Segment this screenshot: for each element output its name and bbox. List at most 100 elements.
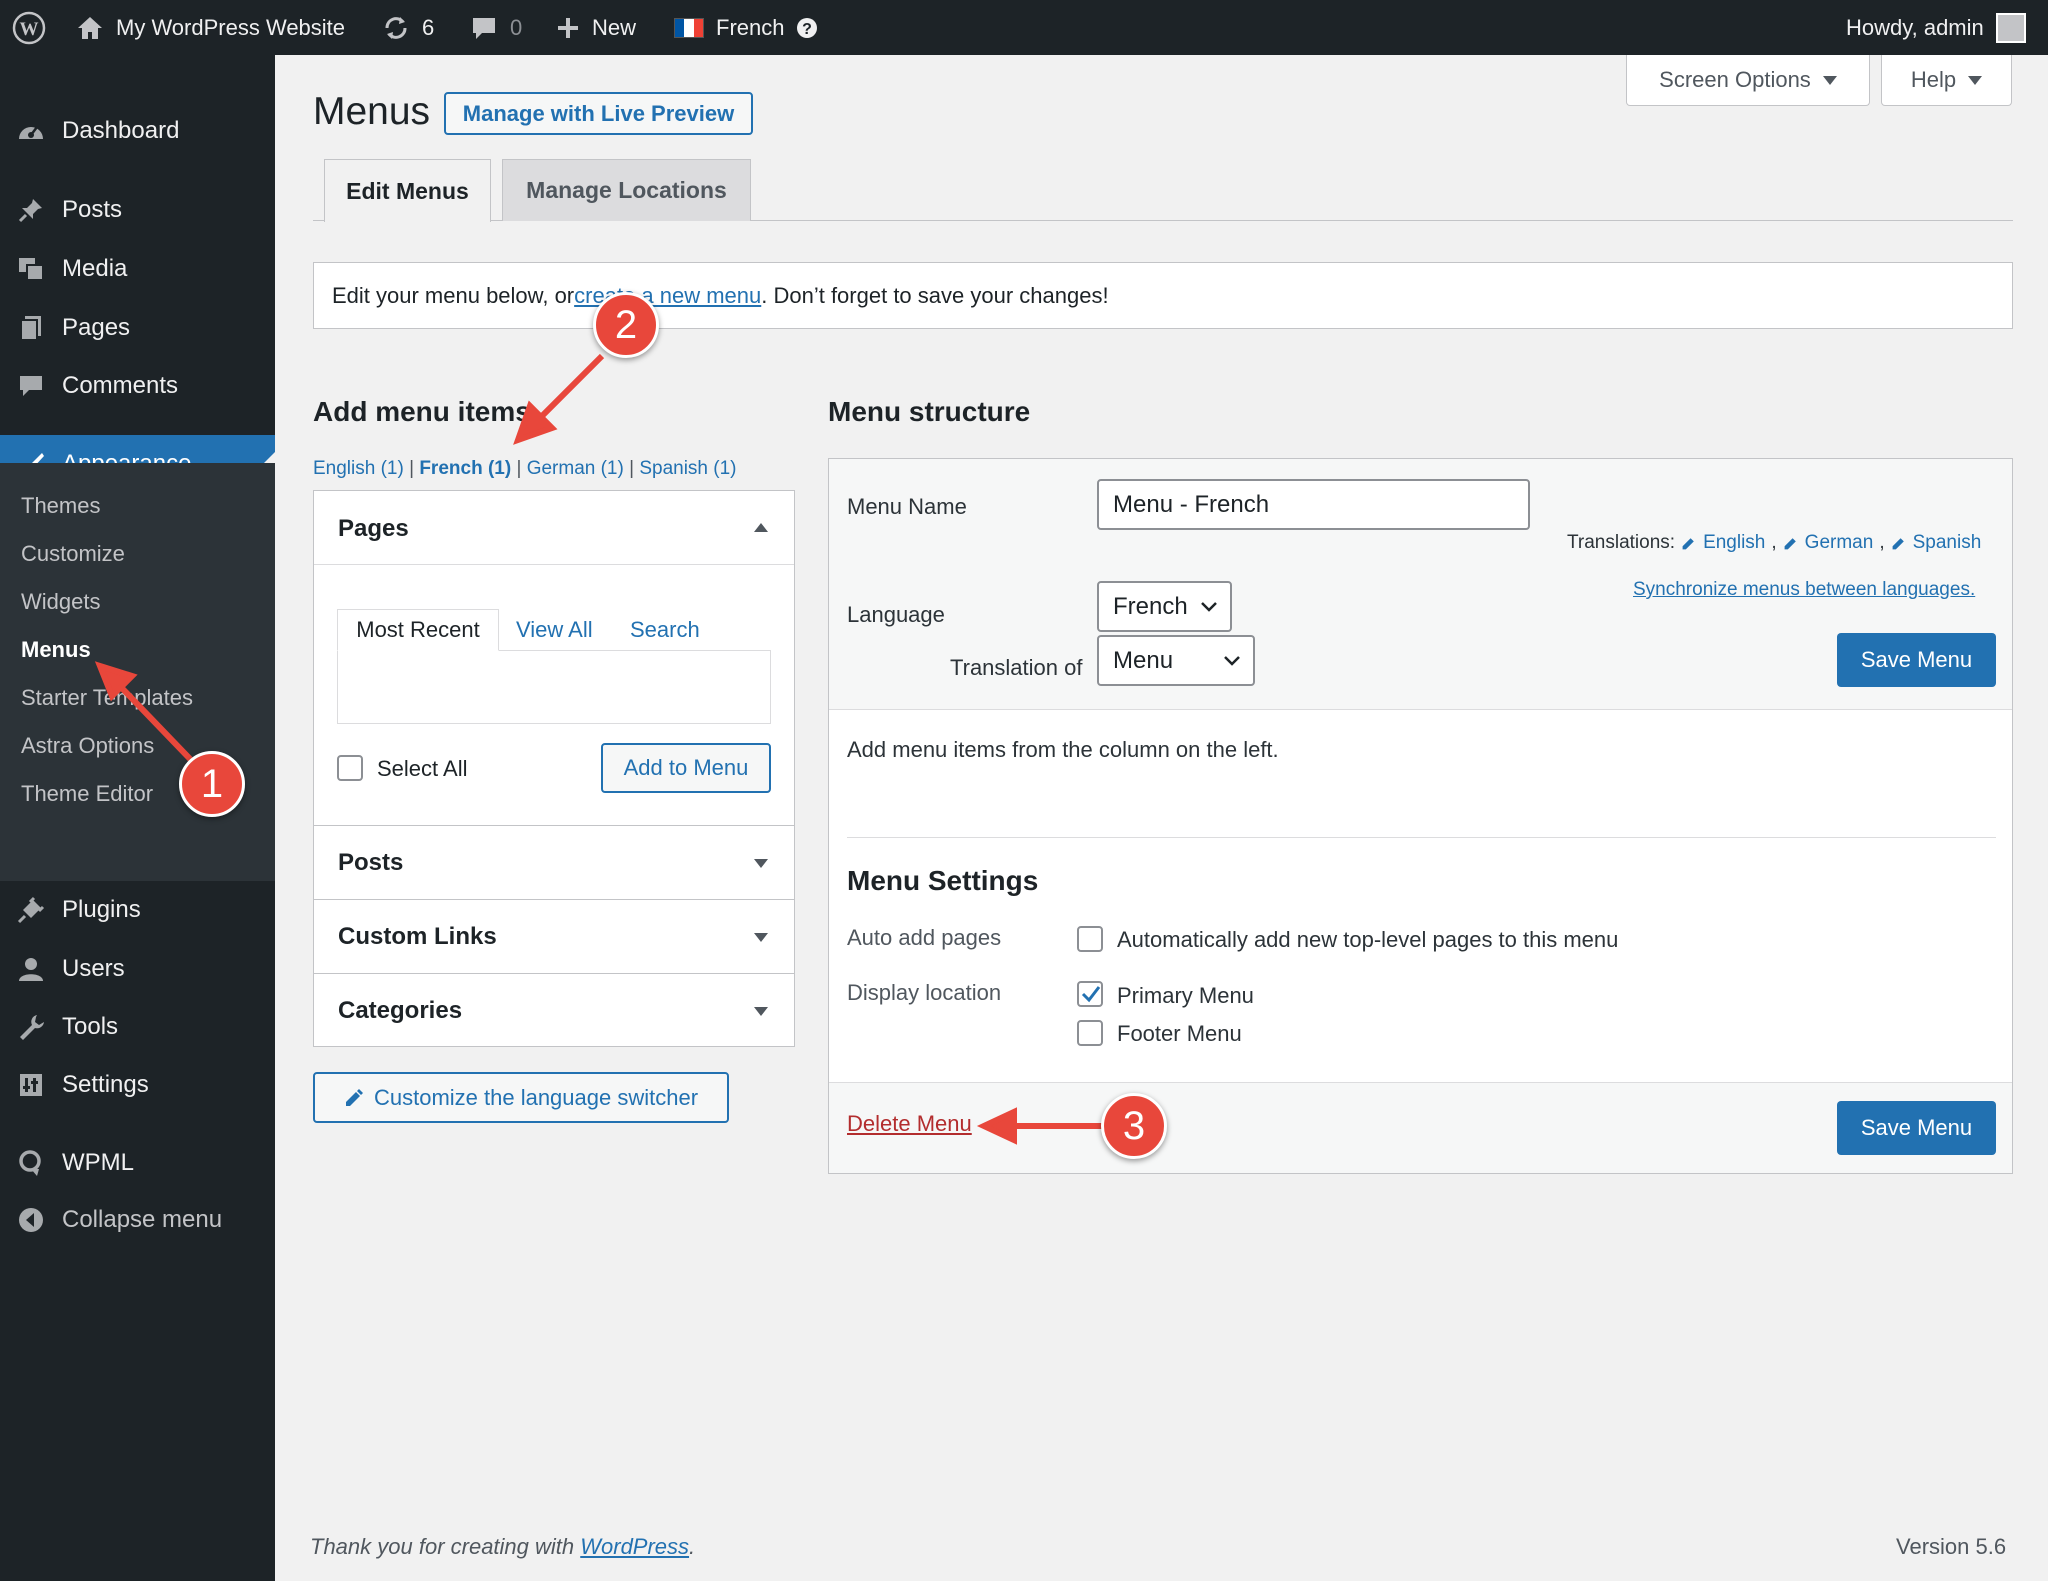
language-label: Language	[847, 602, 945, 627]
language-select[interactable]: French	[1097, 581, 1232, 632]
howdy-text: Howdy, admin	[1846, 14, 1984, 40]
customize-language-switcher-button[interactable]: Customize the language switcher	[313, 1072, 729, 1123]
sidebar-item-comments[interactable]: Comments	[0, 357, 275, 415]
submenu-item-starter-templates[interactable]: Starter Templates	[21, 685, 193, 711]
tab-edit-menus[interactable]: Edit Menus	[324, 159, 491, 222]
sidebar-item-settings[interactable]: Settings	[0, 1056, 275, 1114]
custom-links-section-title[interactable]: Custom Links	[338, 923, 497, 951]
subtab-search[interactable]: Search	[630, 617, 700, 643]
pages-section-title[interactable]: Pages	[338, 515, 409, 543]
wordpress-logo-icon[interactable]: W	[12, 0, 46, 55]
menu-structure-title: Menu structure	[828, 396, 1031, 427]
lang-filter-english[interactable]: English (1)	[313, 458, 404, 479]
menu-management-panel: Menu Name Menu - French Translations: En…	[828, 458, 2013, 1174]
subtab-view-all[interactable]: View All	[516, 617, 593, 643]
categories-section-title[interactable]: Categories	[338, 997, 462, 1025]
submenu-item-customize[interactable]: Customize	[21, 541, 125, 567]
site-name-link[interactable]: My WordPress Website	[76, 0, 345, 55]
submenu-item-widgets[interactable]: Widgets	[21, 589, 100, 615]
arrow-2-line	[537, 353, 605, 421]
caret-down-icon[interactable]	[754, 933, 768, 942]
sidebar-item-users[interactable]: Users	[0, 940, 275, 998]
lang-filter-spanish[interactable]: Spanish (1)	[639, 458, 736, 479]
menu-name-input[interactable]: Menu - French	[1097, 479, 1530, 530]
annotation-marker-3: 3	[1101, 1093, 1167, 1159]
language-select-value: French	[1113, 592, 1188, 620]
tab-manage-locations[interactable]: Manage Locations	[502, 159, 751, 221]
separator: ,	[1771, 532, 1777, 553]
translation-spanish-link[interactable]: Spanish	[1913, 532, 1982, 554]
submenu-item-theme-editor[interactable]: Theme Editor	[21, 781, 153, 807]
auto-add-label: Auto add pages	[847, 925, 1002, 950]
updates-link[interactable]: 6	[382, 0, 434, 55]
save-menu-button-top[interactable]: Save Menu	[1837, 633, 1996, 687]
lang-filter-german[interactable]: German (1)	[527, 458, 624, 479]
auto-add-checkbox[interactable]	[1077, 926, 1103, 952]
submenu-item-themes[interactable]: Themes	[21, 493, 100, 519]
caret-down-icon[interactable]	[754, 1007, 768, 1016]
sidebar-item-label: Collapse menu	[62, 1206, 223, 1233]
translation-english-link[interactable]: English	[1703, 532, 1765, 554]
info-notice: Edit your menu below, or create a new me…	[313, 262, 2013, 329]
footer-menu-checkbox[interactable]	[1077, 1020, 1103, 1046]
comments-link[interactable]: 0	[470, 0, 522, 55]
language-label: French	[716, 14, 785, 40]
caret-down-icon[interactable]	[754, 859, 768, 868]
submenu-item-menus[interactable]: Menus	[21, 637, 91, 663]
help-button[interactable]: Help	[1881, 55, 2012, 106]
posts-section-title[interactable]: Posts	[338, 849, 403, 877]
dashboard-icon	[0, 119, 62, 143]
sidebar-item-media[interactable]: Media	[0, 240, 275, 298]
pencil-icon	[345, 1088, 363, 1106]
my-account[interactable]: Howdy, admin	[1846, 0, 2026, 55]
sidebar-item-tools[interactable]: Tools	[0, 998, 275, 1056]
chevron-down-icon	[1224, 655, 1240, 666]
sidebar-item-posts[interactable]: Posts	[0, 181, 275, 239]
auto-add-option-label: Automatically add new top-level pages to…	[1117, 927, 1619, 952]
sidebar-item-wpml[interactable]: WPML	[0, 1134, 275, 1192]
pencil-icon	[1784, 538, 1796, 550]
help-circle-icon: ?	[797, 17, 818, 38]
collapse-icon	[0, 1207, 62, 1233]
screen-options-label: Screen Options	[1659, 67, 1811, 92]
primary-menu-label: Primary Menu	[1117, 983, 1254, 1008]
comments-count: 0	[510, 14, 523, 40]
annotation-marker-1: 1	[179, 751, 245, 817]
page-title: Menus	[313, 90, 431, 133]
add-items-accordion: Pages Most Recent View All Search Select…	[313, 490, 795, 1047]
version-text: Version 5.6	[1896, 1534, 2007, 1559]
submenu-item-astra-options[interactable]: Astra Options	[21, 733, 154, 759]
primary-menu-checkbox[interactable]	[1077, 981, 1103, 1007]
divider	[847, 837, 1996, 838]
subtab-most-recent[interactable]: Most Recent	[337, 609, 499, 651]
select-all-checkbox[interactable]	[337, 755, 363, 781]
sidebar-item-pages[interactable]: Pages	[0, 299, 275, 357]
translation-german-link[interactable]: German	[1805, 532, 1874, 554]
appearance-submenu: Themes Customize Widgets Menus Starter T…	[0, 463, 275, 881]
sidebar-item-label: Comments	[62, 372, 179, 399]
plus-icon	[558, 17, 578, 38]
sidebar-item-dashboard[interactable]: Dashboard	[0, 102, 275, 160]
language-switcher[interactable]: French ?	[674, 0, 818, 55]
wordpress-link[interactable]: WordPress	[580, 1534, 689, 1559]
lang-filter-french[interactable]: French (1)	[419, 458, 511, 479]
sidebar-item-plugins[interactable]: Plugins	[0, 881, 275, 939]
live-preview-button[interactable]: Manage with Live Preview	[444, 92, 753, 135]
add-to-menu-button[interactable]: Add to Menu	[601, 743, 771, 793]
notice-text: Edit your menu below, or	[332, 282, 575, 308]
admin-bar: W My WordPress Website 6 0 New French ? …	[0, 0, 2048, 55]
divider	[314, 564, 794, 565]
select-all-label: Select All	[377, 756, 468, 781]
delete-menu-link[interactable]: Delete Menu	[847, 1111, 972, 1137]
translation-of-select[interactable]: Menu	[1097, 635, 1255, 686]
synchronize-menus-link[interactable]: Synchronize menus between languages.	[1633, 579, 1975, 601]
save-menu-button-bottom[interactable]: Save Menu	[1837, 1101, 1996, 1155]
checkmark-icon	[1081, 986, 1101, 1003]
footer-thanks-end: .	[689, 1534, 696, 1559]
new-content-link[interactable]: New	[556, 0, 636, 55]
collapse-menu-button[interactable]: Collapse menu	[0, 1191, 275, 1249]
screen-options-button[interactable]: Screen Options	[1626, 55, 1870, 106]
translations-row: Translations: English, German, Spanish	[1567, 532, 1981, 554]
caret-up-icon[interactable]	[754, 523, 768, 532]
sidebar-item-label: Posts	[62, 196, 123, 223]
